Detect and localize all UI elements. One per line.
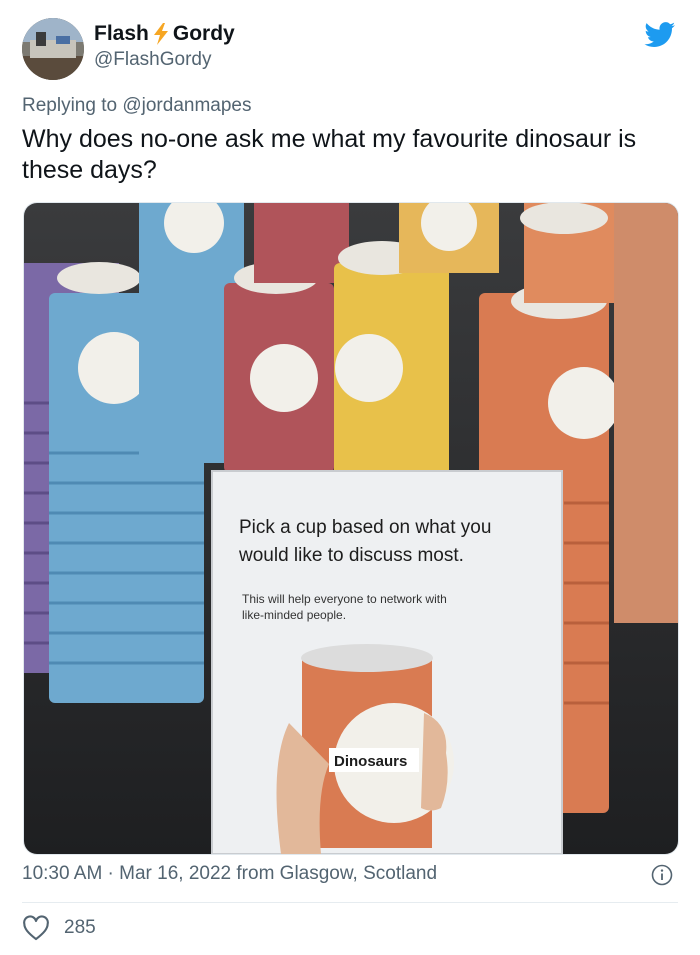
avatar-image — [22, 18, 84, 80]
tweet-photo[interactable]: Pick a cup based on what you would like … — [23, 202, 679, 855]
display-name-second: Gordy — [172, 22, 235, 45]
sign-body-line-2: like-minded people. — [242, 608, 346, 622]
like-action[interactable]: 285 — [22, 915, 96, 941]
cup-label: Dinosaurs — [334, 753, 407, 770]
replying-to-prefix: Replying to — [22, 95, 123, 116]
reply-mention-link[interactable]: @jordanmapes — [122, 95, 251, 116]
heart-icon[interactable] — [22, 915, 50, 941]
sign-holder: Pick a cup based on what you would like … — [211, 470, 563, 854]
author-names[interactable]: Flash Gordy @FlashGordy — [94, 22, 235, 71]
sign-title-line-1: Pick a cup based on what you — [239, 517, 491, 538]
twitter-bird-icon[interactable] — [644, 22, 676, 48]
tweet-text: Why does no-one ask me what my favourite… — [22, 125, 637, 184]
author-handle[interactable]: @FlashGordy — [94, 49, 235, 71]
display-name-first: Flash — [94, 22, 149, 45]
lightning-bolt-icon — [153, 23, 168, 45]
sign-body-line-1: This will help everyone to network with — [242, 592, 447, 606]
info-icon[interactable] — [651, 864, 673, 886]
display-name[interactable]: Flash Gordy — [94, 22, 235, 46]
cups-photo-illustration: Pick a cup based on what you would like … — [24, 203, 678, 854]
like-count: 285 — [64, 917, 96, 938]
replying-to: Replying to @jordanmapes — [22, 95, 251, 117]
tweet-timestamp[interactable]: 10:30 AM · Mar 16, 2022 from Glasgow, Sc… — [22, 863, 437, 885]
avatar[interactable] — [22, 18, 84, 80]
sign-title-line-2: would like to discuss most. — [238, 545, 464, 566]
divider — [22, 902, 678, 903]
